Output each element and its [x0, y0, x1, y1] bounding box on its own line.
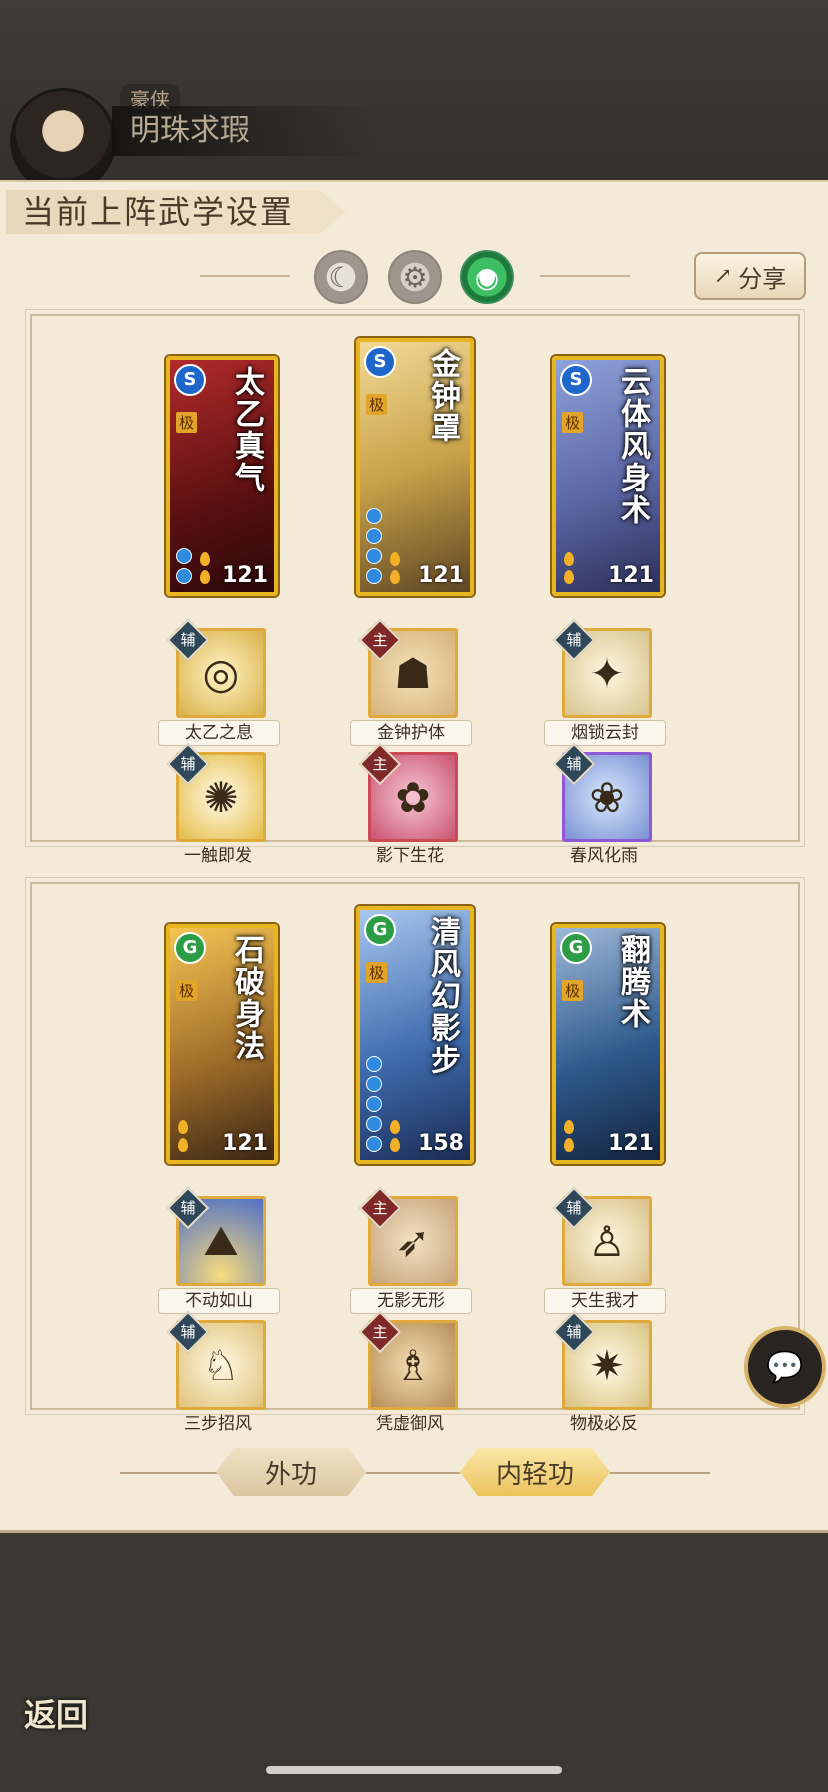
- skill-label: 凭虚御风: [376, 1414, 444, 1434]
- share-label: 分享: [738, 264, 787, 293]
- technique-level: 121: [608, 1131, 654, 1156]
- school-badge-icon: G: [174, 932, 206, 964]
- skill-icon[interactable]: ♙ 辅: [552, 1186, 652, 1286]
- technique-level: 158: [418, 1131, 464, 1156]
- technique-card[interactable]: S 极 云体风身术 121: [552, 356, 664, 596]
- gear-icon[interactable]: ⚙: [388, 250, 442, 304]
- skill-label: 烟锁云封: [544, 720, 666, 746]
- grade-tag: 极: [366, 394, 388, 415]
- tab-outer-skills[interactable]: 外功: [216, 1448, 366, 1496]
- grade-tag: 极: [562, 980, 584, 1001]
- technique-card[interactable]: S 极 金钟罩 121: [356, 338, 474, 596]
- technique-level: 121: [222, 563, 268, 588]
- skill-label: 三步招风: [184, 1414, 252, 1434]
- technique-name: 翻腾术: [615, 934, 650, 1030]
- player-name: 明珠求瑕: [112, 106, 380, 156]
- category-tabs: 外功 内轻功: [120, 1448, 710, 1498]
- grade-tag: 极: [176, 980, 198, 1001]
- energy-dots: [366, 1056, 382, 1152]
- panel-header: 当前上阵武学设置: [6, 190, 346, 234]
- skill-icon[interactable]: ✦ 辅: [552, 618, 652, 718]
- school-badge-icon: S: [364, 346, 396, 378]
- tab-divider-right: [540, 275, 630, 277]
- skill-icon[interactable]: ◎ 辅: [166, 618, 266, 718]
- flame-icons: [390, 1120, 400, 1152]
- tab-divider-left: [200, 275, 290, 277]
- flame-icons: [178, 1120, 188, 1152]
- technique-card[interactable]: G 极 翻腾术 121: [552, 924, 664, 1164]
- technique-level: 121: [418, 563, 464, 588]
- flame-icons: [200, 552, 210, 584]
- share-icon: ↗: [713, 263, 733, 289]
- tab-line-middle: [366, 1472, 460, 1474]
- share-button[interactable]: ↗ 分享: [694, 252, 806, 300]
- martial-arts-panel: 当前上阵武学设置 ☾ ⚙ ◉ ↗ 分享 S 极 太乙真气 121 S 极 金钟罩…: [0, 180, 828, 1533]
- energy-dots: [176, 548, 192, 584]
- technique-name: 云体风身术: [615, 366, 650, 526]
- school-badge-icon: S: [174, 364, 206, 396]
- energy-dots: [366, 508, 382, 584]
- mode-tabs: ☾ ⚙ ◉: [200, 248, 630, 304]
- school-badge-icon: S: [560, 364, 592, 396]
- skill-label: 影下生花: [376, 846, 444, 866]
- technique-card[interactable]: G 极 石破身法 121: [166, 924, 278, 1164]
- flame-icons: [564, 552, 574, 584]
- skill-icon[interactable]: ➶ 主: [358, 1186, 458, 1286]
- grade-tag: 极: [562, 412, 584, 433]
- skill-icon[interactable]: ✿ 主: [358, 742, 458, 842]
- jade-icon[interactable]: ◉: [460, 250, 514, 304]
- skill-icon[interactable]: ♗ 主: [358, 1310, 458, 1410]
- technique-name: 石破身法: [229, 934, 264, 1062]
- grade-tag: 极: [366, 962, 388, 983]
- grade-tag: 极: [176, 412, 198, 433]
- skill-label: 春风化雨: [570, 846, 638, 866]
- skill-icon[interactable]: ✷ 辅: [552, 1310, 652, 1410]
- moon-icon[interactable]: ☾: [314, 250, 368, 304]
- skill-icon[interactable]: ☗ 主: [358, 618, 458, 718]
- top-bar: 豪侠 明珠求瑕: [0, 0, 828, 194]
- skill-label: 金钟护体: [350, 720, 472, 746]
- skill-label: 物极必反: [570, 1414, 638, 1434]
- skill-label: 天生我才: [544, 1288, 666, 1314]
- chat-button[interactable]: 💬: [744, 1326, 826, 1408]
- tab-line-left: [120, 1472, 220, 1474]
- home-indicator[interactable]: [266, 1766, 562, 1774]
- skill-icon[interactable]: ♘ 辅: [166, 1310, 266, 1410]
- skill-label: 无影无形: [350, 1288, 472, 1314]
- flame-icons: [564, 1120, 574, 1152]
- flame-icons: [390, 552, 400, 584]
- chat-icon: 💬: [766, 1349, 804, 1385]
- technique-name: 金钟罩: [425, 348, 460, 444]
- loadout-group-2: G 极 石破身法 121 G 极 清风幻影步 158 G 极 翻腾术 121 ⛰…: [25, 877, 805, 1434]
- technique-card[interactable]: G 极 清风幻影步 158: [356, 906, 474, 1164]
- technique-name: 太乙真气: [229, 366, 264, 494]
- back-button[interactable]: 返回: [24, 1690, 88, 1736]
- loadout-group-1: S 极 太乙真气 121 S 极 金钟罩 121 S 极 云体风身术 121 ◎…: [25, 309, 805, 866]
- school-badge-icon: G: [560, 932, 592, 964]
- technique-level: 121: [222, 1131, 268, 1156]
- skill-label: 一触即发: [184, 846, 252, 866]
- skill-label: 不动如山: [158, 1288, 280, 1314]
- skill-icon[interactable]: ⛰ 辅: [166, 1186, 266, 1286]
- panel-title: 当前上阵武学设置: [22, 193, 295, 231]
- tab-inner-skills[interactable]: 内轻功: [460, 1448, 610, 1496]
- school-badge-icon: G: [364, 914, 396, 946]
- technique-name: 清风幻影步: [425, 916, 460, 1076]
- player-avatar[interactable]: [10, 88, 116, 194]
- tab-line-right: [610, 1472, 710, 1474]
- skill-label: 太乙之息: [158, 720, 280, 746]
- technique-card[interactable]: S 极 太乙真气 121: [166, 356, 278, 596]
- technique-level: 121: [608, 563, 654, 588]
- skill-icon[interactable]: ✺ 辅: [166, 742, 266, 842]
- skill-icon[interactable]: ❀ 辅: [552, 742, 652, 842]
